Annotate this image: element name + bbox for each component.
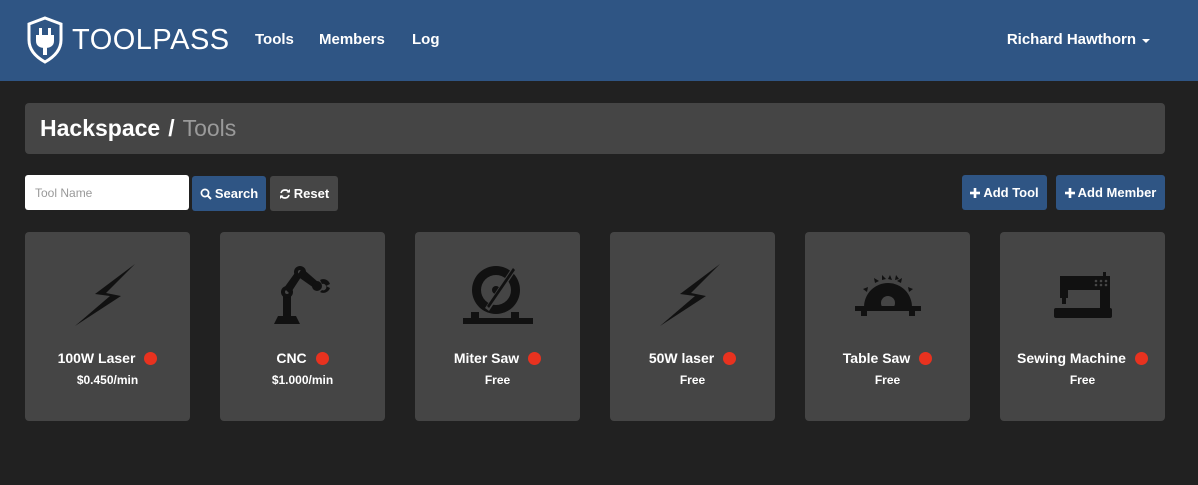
tool-card-miter-saw[interactable]: Miter Saw Free — [415, 232, 580, 421]
tool-card-50w-laser[interactable]: 50W laser Free — [610, 232, 775, 421]
tool-price: Free — [679, 373, 706, 387]
add-member-button-label: Add Member — [1077, 185, 1157, 200]
tool-price: $0.450/min — [76, 373, 139, 387]
status-dot — [144, 351, 158, 365]
tool-price: Free — [874, 373, 901, 387]
user-menu[interactable]: Richard Hawthorn — [1007, 31, 1150, 49]
add-tool-button-label: Add Tool — [983, 185, 1039, 200]
tool-name: 50W laser — [648, 350, 715, 366]
tool-name: Miter Saw — [453, 350, 520, 366]
sewing-machine-icon — [1053, 272, 1112, 318]
search-button[interactable]: Search — [192, 176, 266, 211]
add-tool-button[interactable]: Add Tool — [962, 175, 1047, 210]
tool-card-table-saw[interactable]: Table Saw Free — [805, 232, 970, 421]
status-dot — [1134, 351, 1148, 365]
tool-name: Sewing Machine — [1017, 350, 1126, 366]
shield-plug-icon — [27, 16, 63, 64]
status-dot — [919, 351, 933, 365]
tool-price: Free — [484, 373, 511, 387]
brand-name: TOOLPASS — [72, 23, 230, 56]
lightning-bolt-icon — [74, 264, 135, 326]
tool-name: 100W Laser — [57, 350, 136, 366]
status-dot — [723, 351, 737, 365]
breadcrumb-separator: / — [168, 115, 175, 141]
lightning-bolt-icon — [659, 264, 720, 326]
tool-price: Free — [1069, 373, 1096, 387]
brand-logo[interactable]: TOOLPASS — [26, 16, 230, 64]
user-name: Richard Hawthorn — [1006, 31, 1136, 48]
robotic-arm-icon — [273, 266, 330, 324]
breadcrumb-root[interactable]: Hackspace — [40, 115, 160, 142]
breadcrumb-current: Tools — [182, 115, 237, 141]
tool-card-sewing-machine[interactable]: Sewing Machine Free — [1000, 232, 1165, 421]
plus-icon — [970, 187, 981, 198]
breadcrumb: Hackspace / Tools — [25, 103, 1165, 154]
search-button-label: Search — [214, 186, 259, 201]
refresh-icon — [279, 188, 290, 199]
status-dot — [315, 351, 329, 365]
navbar: TOOLPASS Tools Members Log Richard Hawth… — [0, 0, 1198, 81]
status-dot — [528, 351, 542, 365]
nav-log[interactable]: Log — [412, 31, 440, 49]
tool-name: Table Saw — [842, 350, 911, 366]
tool-card-100w-laser[interactable]: 100W Laser $0.450/min — [25, 232, 190, 421]
reset-button[interactable]: Reset — [270, 176, 338, 211]
table-saw-icon — [854, 275, 921, 316]
nav-tools[interactable]: Tools — [255, 31, 294, 49]
tool-name-search-input[interactable] — [25, 175, 189, 210]
reset-button-label: Reset — [293, 186, 330, 201]
tool-card-cnc[interactable]: CNC $1.000/min — [220, 232, 385, 421]
tool-name: CNC — [276, 350, 307, 366]
miter-saw-icon — [462, 266, 533, 324]
nav-members[interactable]: Members — [319, 31, 385, 49]
add-member-button[interactable]: Add Member — [1056, 175, 1165, 210]
caret-down-icon — [1142, 39, 1150, 43]
search-icon — [200, 188, 212, 200]
plus-icon — [1064, 187, 1075, 198]
tool-price: $1.000/min — [271, 373, 334, 387]
